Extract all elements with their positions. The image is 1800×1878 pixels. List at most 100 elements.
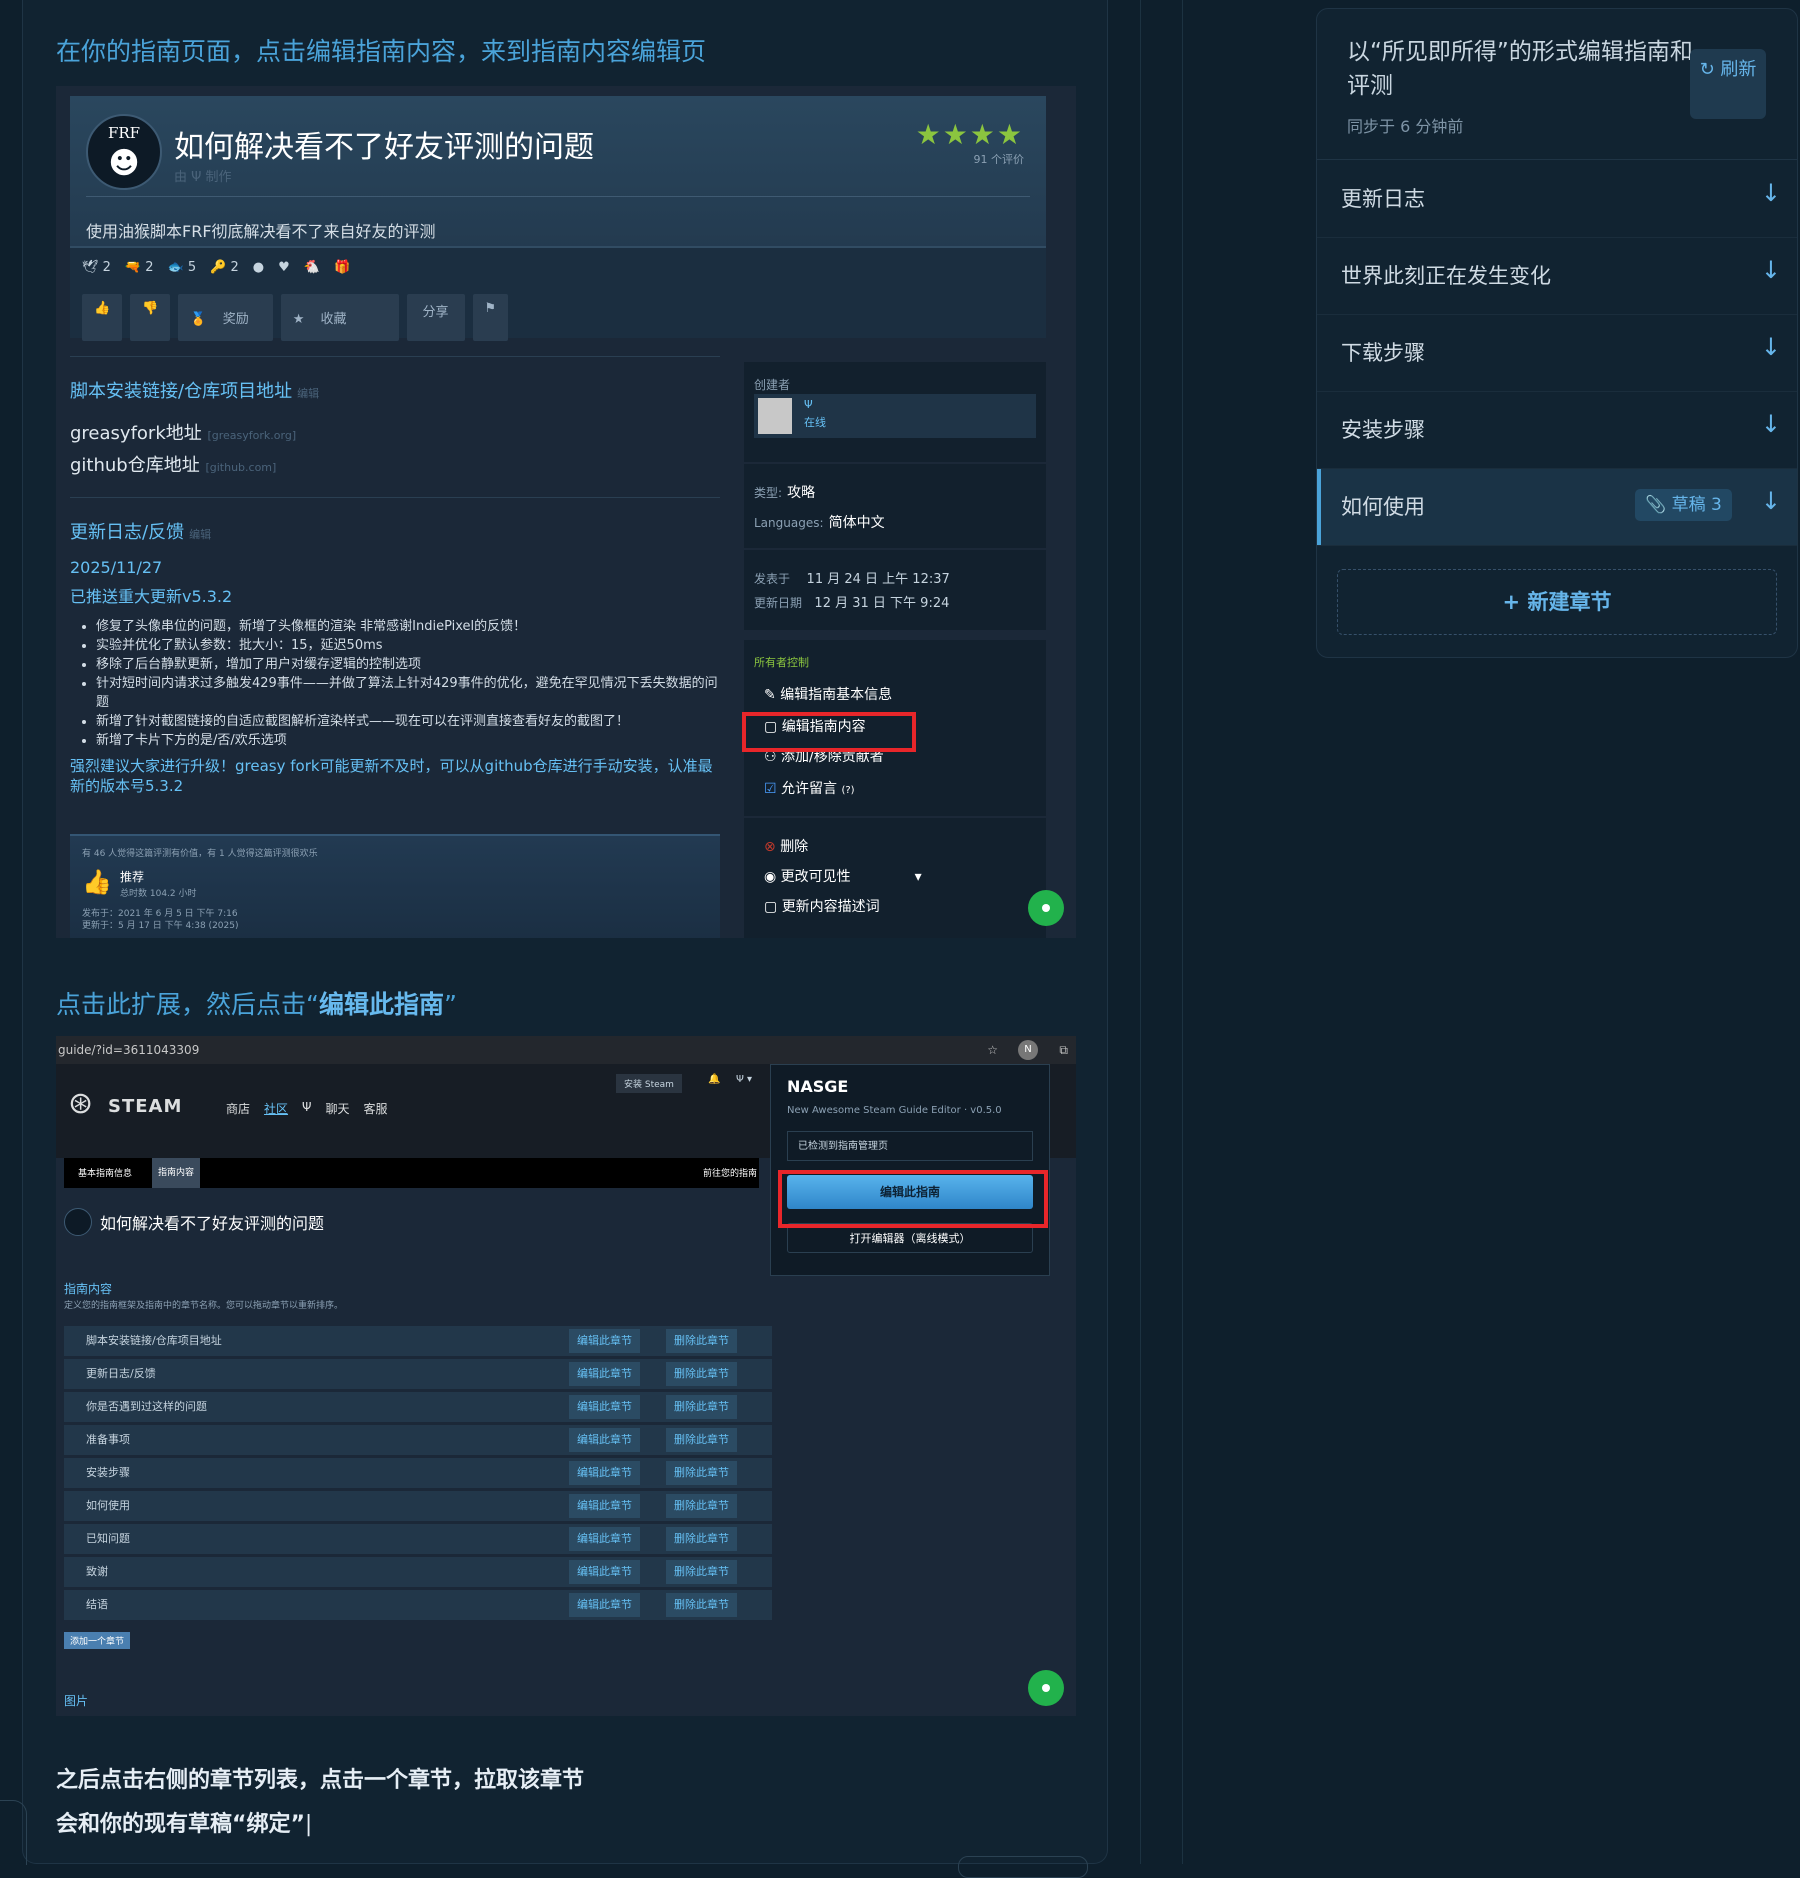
edit-section-button[interactable]: 编辑此章节	[569, 1527, 640, 1551]
nav-user[interactable]: Ψ	[302, 1100, 311, 1117]
text-cursor: |	[304, 1812, 313, 1837]
delete-section-button[interactable]: 删除此章节	[666, 1560, 737, 1584]
divider	[70, 497, 720, 498]
rating: ★★★★ 91 个评价	[916, 118, 1024, 167]
favorite-button[interactable]: ★ 收藏	[280, 294, 399, 341]
table-row[interactable]: 如何使用 编辑此章节 删除此章节	[64, 1491, 772, 1521]
delete-section-button[interactable]: 删除此章节	[666, 1593, 737, 1617]
extension-fab[interactable]	[1028, 1670, 1064, 1706]
refresh-button[interactable]: ↻ 刷新	[1690, 49, 1766, 119]
sidebar-item-world[interactable]: 世界此刻正在发生变化 ↓	[1317, 238, 1797, 315]
list-item: 移除了后台静默更新，增加了用户对缓存逻辑的控制选项	[96, 655, 720, 674]
list-item: 修复了头像串位的问题，新增了头像框的渲染 非常感谢IndiePixel的反馈！	[96, 617, 720, 636]
edit-section-button[interactable]: 编辑此章节	[569, 1461, 640, 1485]
paragraph-3b[interactable]: 会和你的现有草稿“绑定”|	[56, 1806, 312, 1838]
table-row[interactable]: 致谢 编辑此章节 删除此章节	[64, 1557, 772, 1587]
extension-icon[interactable]: N	[1018, 1040, 1038, 1060]
edit-section-button[interactable]: 编辑此章节	[569, 1560, 640, 1584]
award-icon: 🐔	[303, 260, 320, 275]
award-icon: 🔫 2	[124, 260, 154, 275]
table-row[interactable]: 脚本安装链接/仓库项目地址 编辑此章节 删除此章节	[64, 1326, 772, 1356]
share-button[interactable]: 分享	[406, 294, 465, 341]
highlight-box	[778, 1170, 1048, 1228]
paragraph-2[interactable]: 点击此扩展，然后点击“编辑此指南”	[56, 985, 457, 1021]
sidebar-item-download[interactable]: 下载步骤 ↓	[1317, 315, 1797, 392]
crumb-content[interactable]: 指南内容	[152, 1158, 201, 1188]
install-steam-button[interactable]: 安装 Steam	[616, 1074, 682, 1093]
bottom-control[interactable]	[958, 1856, 1088, 1878]
edit-section-button[interactable]: 编辑此章节	[569, 1395, 640, 1419]
nav-support[interactable]: 客服	[364, 1100, 388, 1117]
extension-fab[interactable]	[1028, 890, 1064, 926]
flag-icon[interactable]: ⚑	[472, 294, 509, 341]
delete-section-button[interactable]: 删除此章节	[666, 1527, 737, 1551]
changelog-version: 已推送重大更新v5.3.2	[70, 587, 233, 606]
section-title: 更新日志/反馈	[70, 522, 185, 543]
edit-basic-info-link[interactable]: ✎ 编辑指南基本信息	[764, 684, 892, 704]
sync-status: 同步于 6 分钟前	[1347, 117, 1464, 136]
action-buttons: 👍 👎 🏅 奖励 ★ 收藏 分享 ⚑	[82, 294, 509, 341]
edit-section-button[interactable]: 编辑此章节	[569, 1428, 640, 1452]
divider	[1182, 0, 1183, 1864]
nav-community[interactable]: 社区	[264, 1100, 288, 1117]
allow-comments-checkbox[interactable]: ☑ 允许留言 (?)	[764, 778, 855, 798]
popup-subtitle: New Awesome Steam Guide Editor · v0.5.0	[787, 1105, 1002, 1116]
section-title: 脚本安装链接/仓库项目地址	[70, 381, 293, 402]
thumbs-up-icon[interactable]: 👍	[82, 294, 123, 341]
award-button[interactable]: 🏅 奖励	[178, 294, 273, 341]
bell-icon[interactable]: 🔔	[708, 1074, 720, 1085]
delete-link[interactable]: ⊗ 删除	[764, 836, 808, 856]
paragraph-3[interactable]: 之后点击右侧的章节列表，点击一个章节，拉取该章节	[56, 1762, 584, 1794]
nav-chat[interactable]: 聊天	[325, 1100, 349, 1117]
update-tags-link[interactable]: ▢ 更新内容描述词	[764, 896, 880, 916]
visibility-dropdown[interactable]: ◉ 更改可见性 ▾	[764, 866, 922, 886]
person-icon: ☻	[108, 145, 140, 181]
nav-store[interactable]: 商店	[226, 1100, 250, 1117]
greasyfork-link[interactable]: greasyfork地址	[70, 423, 202, 444]
add-section-button[interactable]: 添加一个章节	[64, 1632, 131, 1649]
table-row[interactable]: 结语 编辑此章节 删除此章节	[64, 1590, 772, 1620]
github-link[interactable]: github仓库地址	[70, 455, 200, 476]
arrow-down-icon[interactable]: ↓	[1761, 256, 1781, 284]
edit-section-button[interactable]: 编辑此章节	[569, 1362, 640, 1386]
guide-avatar	[64, 1208, 92, 1236]
content-label: 指南内容	[64, 1282, 113, 1296]
delete-section-button[interactable]: 删除此章节	[666, 1329, 737, 1353]
crumb-basic[interactable]: 基本指南信息	[78, 1166, 132, 1179]
delete-section-button[interactable]: 删除此章节	[666, 1362, 737, 1386]
crumb-go-guide[interactable]: 前往您的指南	[703, 1166, 757, 1179]
edit-section-button[interactable]: 编辑此章节	[569, 1494, 640, 1518]
edit-section-button[interactable]: 编辑此章节	[569, 1593, 640, 1617]
sidebar-item-usage[interactable]: 如何使用 📎 草稿 3 ↓	[1317, 469, 1797, 546]
delete-section-button[interactable]: 删除此章节	[666, 1461, 737, 1485]
paragraph-1[interactable]: 在你的指南页面，点击编辑指南内容，来到指南内容编辑页	[56, 32, 706, 68]
sidebar-item-changelog[interactable]: 更新日志 ↓	[1317, 161, 1797, 238]
user-menu[interactable]: Ψ ▾	[736, 1074, 752, 1085]
puzzle-icon[interactable]: ⧉	[1059, 1036, 1068, 1064]
table-row[interactable]: 已知问题 编辑此章节 删除此章节	[64, 1524, 772, 1554]
table-row[interactable]: 你是否遇到过这样的问题 编辑此章节 删除此章节	[64, 1392, 772, 1422]
arrow-down-icon[interactable]: ↓	[1761, 179, 1781, 207]
table-row[interactable]: 准备事项 编辑此章节 删除此章节	[64, 1425, 772, 1455]
edit-section-button[interactable]: 编辑此章节	[569, 1329, 640, 1353]
delete-section-button[interactable]: 删除此章节	[666, 1428, 737, 1452]
bookmark-star-icon[interactable]: ☆	[987, 1036, 998, 1064]
sidebar-title: 以“所见即所得”的形式编辑指南和评测	[1347, 39, 1693, 99]
creator-box: 创建者 Ψ 在线	[744, 362, 1046, 462]
delete-section-button[interactable]: 删除此章节	[666, 1494, 737, 1518]
divider	[86, 196, 1030, 197]
new-section-button[interactable]: + 新建章节	[1337, 569, 1777, 635]
table-row[interactable]: 更新日志/反馈 编辑此章节 删除此章节	[64, 1359, 772, 1389]
popup-status: 已检测到指南管理页	[787, 1131, 1033, 1161]
delete-section-button[interactable]: 删除此章节	[666, 1395, 737, 1419]
upgrade-note: 强烈建议大家进行升级！greasy fork可能更新不及时，可以从github仓…	[70, 757, 713, 795]
list-item: 实验并优化了默认参数：批大小：15，延迟50ms	[96, 636, 720, 655]
arrow-down-icon[interactable]: ↓	[1761, 487, 1781, 515]
arrow-down-icon[interactable]: ↓	[1761, 410, 1781, 438]
steam-nav: 商店 社区 Ψ 聊天 客服	[226, 1100, 388, 1117]
thumbs-down-icon[interactable]: 👎	[130, 294, 171, 341]
arrow-down-icon[interactable]: ↓	[1761, 333, 1781, 361]
sidebar-item-install[interactable]: 安装步骤 ↓	[1317, 392, 1797, 469]
star-icon: ★★★★	[915, 118, 1024, 151]
table-row[interactable]: 安装步骤 编辑此章节 删除此章节	[64, 1458, 772, 1488]
